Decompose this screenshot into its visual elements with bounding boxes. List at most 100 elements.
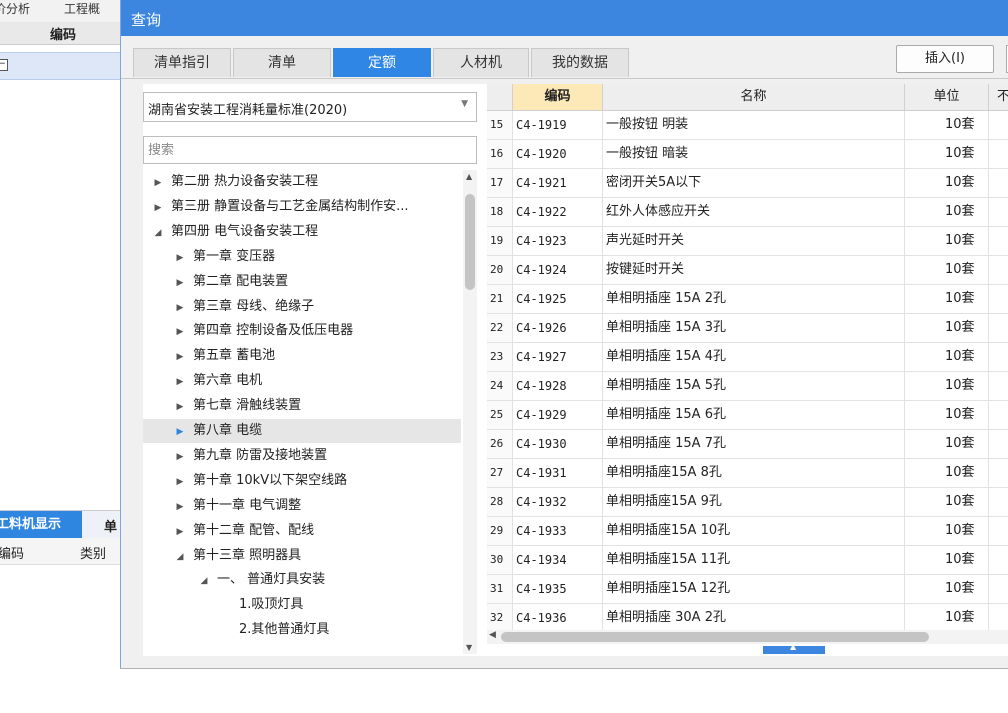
- table-row[interactable]: 27 C4-1931 单相明插座15A 8孔 10套: [487, 459, 1008, 488]
- table-row[interactable]: 24 C4-1928 单相明插座 15A 5孔 10套: [487, 372, 1008, 401]
- tree-item[interactable]: ▶ 第九章 防雷及接地装置: [143, 444, 461, 468]
- tree-item[interactable]: ▶ 第八章 电缆: [143, 419, 461, 443]
- bg-tab-analysis[interactable]: 价分析: [0, 0, 30, 22]
- table-row[interactable]: 32 C4-1936 单相明插座 30A 2孔 10套: [487, 604, 1008, 633]
- tab-quota[interactable]: 定额: [333, 48, 431, 77]
- collapse-up-icon[interactable]: ▲: [790, 642, 796, 651]
- table-row[interactable]: 18 C4-1922 红外人体感应开关 10套: [487, 198, 1008, 227]
- row-code: C4-1920: [513, 140, 603, 168]
- row-extra: [989, 256, 1008, 284]
- row-name: 单相明插座 15A 5孔: [603, 372, 905, 400]
- header-name[interactable]: 名称: [603, 84, 905, 110]
- collapsed-arrow-icon[interactable]: ▶: [173, 345, 187, 368]
- search-input[interactable]: [143, 136, 477, 164]
- collapsed-arrow-icon[interactable]: ▶: [173, 370, 187, 393]
- table-row[interactable]: 22 C4-1926 单相明插座 15A 3孔 10套: [487, 314, 1008, 343]
- tab-labor-material-machine[interactable]: 人材机: [433, 48, 529, 77]
- tree-item[interactable]: 1.吸顶灯具: [143, 593, 461, 617]
- collapsed-arrow-icon[interactable]: ▶: [173, 246, 187, 269]
- row-unit: 10套: [905, 227, 989, 255]
- expanded-arrow-icon[interactable]: ◢: [151, 221, 165, 244]
- collapsed-arrow-icon[interactable]: ▶: [151, 196, 165, 219]
- chevron-down-icon[interactable]: ▼: [461, 99, 468, 109]
- collapsed-arrow-icon[interactable]: ▶: [173, 296, 187, 319]
- row-index: 19: [487, 227, 513, 255]
- header-unit[interactable]: 单位: [905, 84, 989, 110]
- collapsed-arrow-icon[interactable]: ▶: [173, 420, 187, 443]
- tree-scrollbar[interactable]: ▲ ▼: [463, 170, 477, 654]
- tree-item-label: 第八章 电缆: [193, 423, 263, 438]
- table-row[interactable]: 15 C4-1919 一般按钮 明装 10套: [487, 111, 1008, 140]
- tree-item[interactable]: ▶ 第三册 静置设备与工艺金属结构制作安...: [143, 195, 461, 219]
- row-unit: 10套: [905, 256, 989, 284]
- bg-tab-second[interactable]: 单: [104, 516, 117, 535]
- collapsed-arrow-icon[interactable]: ▶: [173, 495, 187, 518]
- expanded-arrow-icon[interactable]: ◢: [173, 545, 187, 568]
- tree-item[interactable]: ▶ 第四章 控制设备及低压电器: [143, 319, 461, 343]
- tree-item[interactable]: ▶ 第一章 变压器: [143, 245, 461, 269]
- collapsed-arrow-icon[interactable]: ▶: [173, 271, 187, 294]
- tree-item[interactable]: 2.其他普通灯具: [143, 618, 461, 642]
- tree-item-label: 一、 普通灯具安装: [217, 572, 326, 588]
- horizontal-scrollbar[interactable]: ◀: [487, 630, 1008, 644]
- scroll-left-icon[interactable]: ◀: [489, 630, 496, 640]
- tree-item[interactable]: ▶ 第六章 电机: [143, 369, 461, 393]
- row-code: C4-1921: [513, 169, 603, 197]
- table-row[interactable]: 21 C4-1925 单相明插座 15A 2孔 10套: [487, 285, 1008, 314]
- collapsed-arrow-icon[interactable]: ▶: [173, 520, 187, 543]
- table-row[interactable]: 20 C4-1924 按键延时开关 10套: [487, 256, 1008, 285]
- tree-item-label: 第四章 控制设备及低压电器: [193, 323, 354, 339]
- row-unit: 10套: [905, 430, 989, 458]
- header-extra[interactable]: 不: [989, 84, 1008, 110]
- collapse-icon[interactable]: −: [0, 59, 8, 71]
- collapsed-arrow-icon[interactable]: ▶: [173, 320, 187, 343]
- table-row[interactable]: 17 C4-1921 密闭开关5A以下 10套: [487, 169, 1008, 198]
- table-row[interactable]: 30 C4-1934 单相明插座15A 11孔 10套: [487, 546, 1008, 575]
- tree-item[interactable]: ▶ 第二册 热力设备安装工程: [143, 170, 461, 194]
- table-row[interactable]: 29 C4-1933 单相明插座15A 10孔 10套: [487, 517, 1008, 546]
- tree-item[interactable]: ▶ 第三章 母线、绝缘子: [143, 295, 461, 319]
- dialog-title-bar[interactable]: 查询: [121, 0, 1008, 36]
- row-index: 21: [487, 285, 513, 313]
- tree-item[interactable]: ◢ 第四册 电气设备安装工程: [143, 220, 461, 244]
- tree-item[interactable]: ◢ 一、 普通灯具安装: [143, 568, 461, 592]
- bg-tree-row[interactable]: −: [0, 52, 120, 80]
- table-row[interactable]: 25 C4-1929 单相明插座 15A 6孔 10套: [487, 401, 1008, 430]
- collapsed-arrow-icon[interactable]: ▶: [151, 171, 165, 194]
- insert-button[interactable]: 插入(I): [896, 45, 994, 73]
- scroll-up-icon[interactable]: ▲: [466, 172, 472, 181]
- tree-item[interactable]: ▶ 第十二章 配管、配线: [143, 519, 461, 543]
- panel-splitter[interactable]: ▲: [763, 642, 825, 654]
- horizontal-scrollbar-thumb[interactable]: [501, 632, 929, 642]
- tree-item[interactable]: ◢ 第十三章 照明器具: [143, 544, 461, 568]
- table-row[interactable]: 26 C4-1930 单相明插座 15A 7孔 10套: [487, 430, 1008, 459]
- expanded-arrow-icon[interactable]: ◢: [197, 569, 211, 592]
- row-extra: [989, 604, 1008, 632]
- row-index: 26: [487, 430, 513, 458]
- tree-item[interactable]: ▶ 第五章 蓄电池: [143, 344, 461, 368]
- collapsed-arrow-icon[interactable]: ▶: [173, 445, 187, 468]
- table-row[interactable]: 19 C4-1923 声光延时开关 10套: [487, 227, 1008, 256]
- bg-tab-material-display[interactable]: 工料机显示: [0, 511, 82, 539]
- tree-item[interactable]: ▶ 第二章 配电装置: [143, 270, 461, 294]
- collapsed-arrow-icon[interactable]: ▶: [173, 395, 187, 418]
- bg-tab-project[interactable]: 工程概: [64, 0, 100, 22]
- tree-item[interactable]: ▶ 第七章 滑触线装置: [143, 394, 461, 418]
- tree-item[interactable]: ▶ 第十章 10kV以下架空线路: [143, 469, 461, 493]
- row-name: 密闭开关5A以下: [603, 169, 905, 197]
- scroll-down-icon[interactable]: ▼: [466, 643, 472, 652]
- tree-item-label: 第二册 热力设备安装工程: [171, 174, 319, 189]
- table-row[interactable]: 28 C4-1932 单相明插座15A 9孔 10套: [487, 488, 1008, 517]
- tab-list-guide[interactable]: 清单指引: [133, 48, 231, 77]
- table-row[interactable]: 16 C4-1920 一般按钮 暗装 10套: [487, 140, 1008, 169]
- table-row[interactable]: 31 C4-1935 单相明插座15A 12孔 10套: [487, 575, 1008, 604]
- tree-scrollbar-thumb[interactable]: [465, 194, 475, 290]
- tab-list[interactable]: 清单: [233, 48, 331, 77]
- table-row[interactable]: 23 C4-1927 单相明插座 15A 4孔 10套: [487, 343, 1008, 372]
- tree-item[interactable]: ▶ 第十一章 电气调整: [143, 494, 461, 518]
- collapsed-arrow-icon[interactable]: ▶: [173, 470, 187, 493]
- tab-my-data[interactable]: 我的数据: [531, 48, 629, 77]
- header-code[interactable]: 编码: [513, 84, 603, 110]
- row-code: C4-1923: [513, 227, 603, 255]
- standard-select[interactable]: 湖南省安装工程消耗量标准(2020) ▼: [143, 92, 477, 122]
